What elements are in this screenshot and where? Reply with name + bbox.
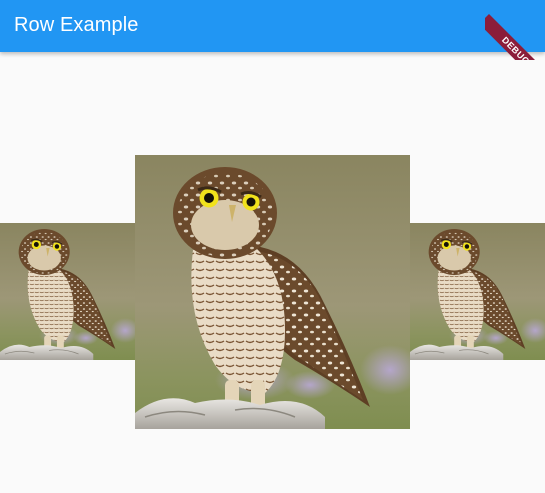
owl-image-graphic (410, 223, 545, 360)
page-title: Row Example (14, 14, 139, 36)
owl-image-graphic (0, 223, 135, 360)
app-bar: Row Example (0, 0, 545, 52)
owl-image-center (135, 155, 410, 429)
owl-image-left (0, 223, 135, 360)
row-container (0, 52, 545, 493)
owl-image-right (410, 223, 545, 360)
owl-image-graphic (135, 155, 410, 429)
